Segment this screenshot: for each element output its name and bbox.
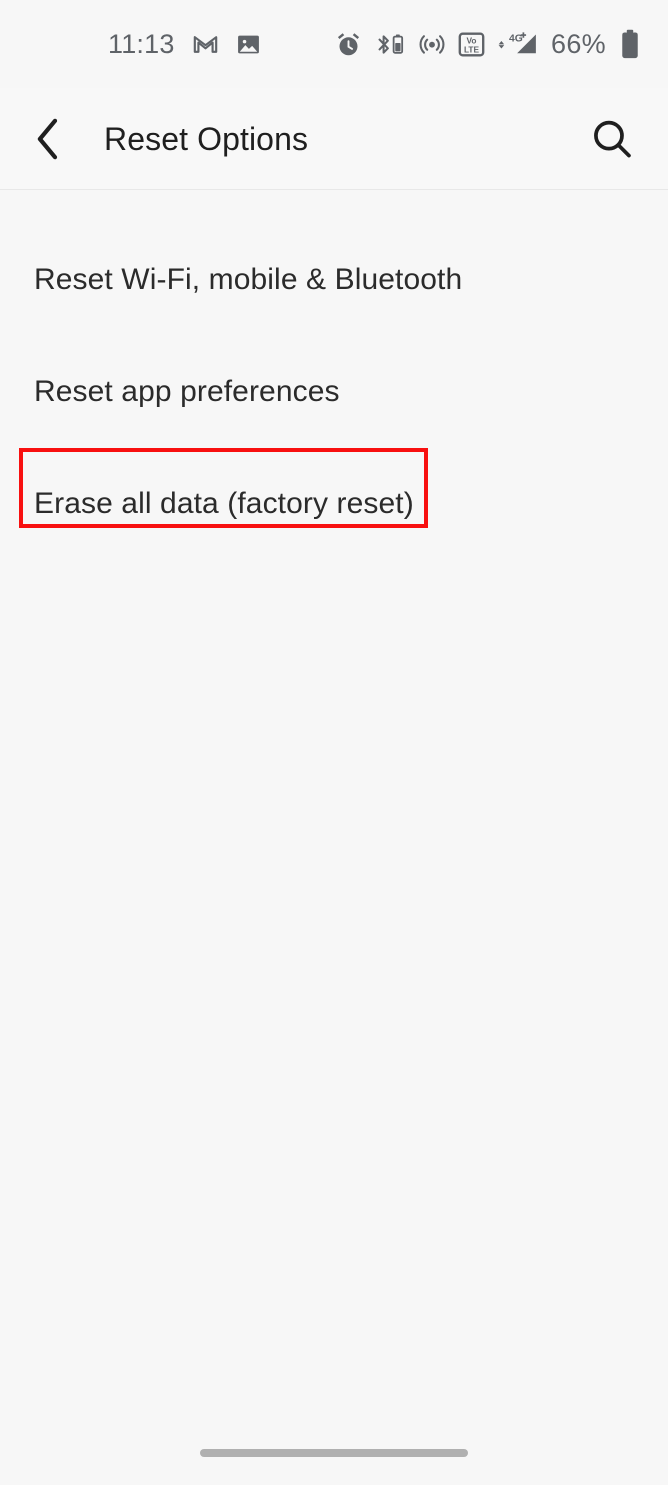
chevron-left-icon [35, 118, 61, 160]
signal-4g-plus-icon: 4G [497, 30, 539, 58]
page-title: Reset Options [104, 120, 309, 157]
list-item-label: Reset Wi-Fi, mobile & Bluetooth [34, 263, 463, 296]
svg-text:4G: 4G [509, 33, 523, 44]
list-item-reset-network[interactable]: Reset Wi-Fi, mobile & Bluetooth [0, 224, 668, 336]
list-item-label: Erase all data (factory reset) [34, 487, 414, 520]
status-bar-clock: 11:13 [108, 28, 175, 59]
status-bar: 11:13 Vo LTE 4G 66% [0, 0, 668, 88]
phone-screen: 11:13 Vo LTE 4G 66% Reset Options Reset … [0, 0, 668, 1485]
battery-icon [620, 29, 640, 59]
status-bar-left: 11:13 [0, 28, 261, 59]
hotspot-icon [418, 30, 446, 58]
photo-icon [236, 32, 261, 57]
search-icon [590, 117, 634, 161]
alarm-clock-icon [335, 31, 362, 58]
app-bar: Reset Options [0, 88, 668, 190]
reset-options-list: Reset Wi-Fi, mobile & Bluetooth Reset ap… [0, 224, 668, 560]
battery-percent-label: 66% [551, 28, 606, 59]
back-button[interactable] [26, 110, 70, 168]
reset-options-content: Reset Wi-Fi, mobile & Bluetooth Reset ap… [0, 190, 668, 1485]
gmail-icon [192, 31, 219, 58]
status-bar-right: Vo LTE 4G 66% [335, 29, 640, 59]
list-item-reset-app-preferences[interactable]: Reset app preferences [0, 336, 668, 448]
svg-text:LTE: LTE [464, 44, 480, 54]
list-item-label: Reset app preferences [34, 375, 340, 408]
search-button[interactable] [585, 112, 639, 166]
bluetooth-battery-icon [374, 31, 406, 58]
list-item-erase-all-data[interactable]: Erase all data (factory reset) [0, 448, 668, 560]
navigation-bar [0, 1429, 668, 1485]
volte-icon: Vo LTE [458, 31, 485, 58]
home-gesture-pill[interactable] [200, 1449, 468, 1457]
